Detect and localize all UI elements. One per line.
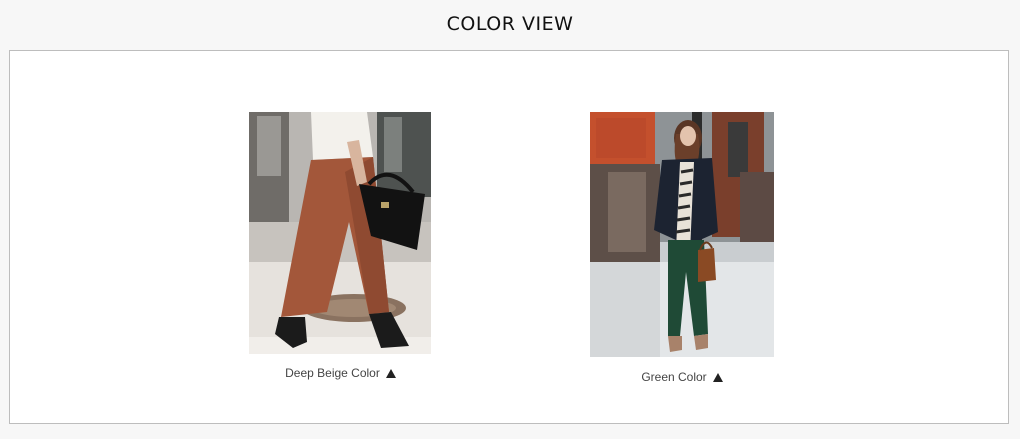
triangle-up-icon — [385, 368, 396, 378]
triangle-up-icon — [712, 372, 723, 382]
section-title: COLOR VIEW — [446, 13, 574, 35]
caption-label: Green Color — [641, 370, 707, 384]
product-photo-deep-beige[interactable] — [249, 112, 431, 354]
color-option-green[interactable]: Green Color — [590, 112, 774, 386]
caption-label: Deep Beige Color — [285, 366, 380, 380]
color-option-deep-beige[interactable]: Deep Beige Color — [249, 112, 432, 382]
caption-green[interactable]: Green Color — [641, 370, 723, 384]
color-view-page: COLOR VIEW Deep Beige Color Green Color — [0, 0, 1020, 439]
product-photo-green[interactable] — [590, 112, 774, 357]
caption-deep-beige[interactable]: Deep Beige Color — [285, 366, 396, 380]
color-view-panel: Deep Beige Color Green Color — [9, 50, 1009, 424]
